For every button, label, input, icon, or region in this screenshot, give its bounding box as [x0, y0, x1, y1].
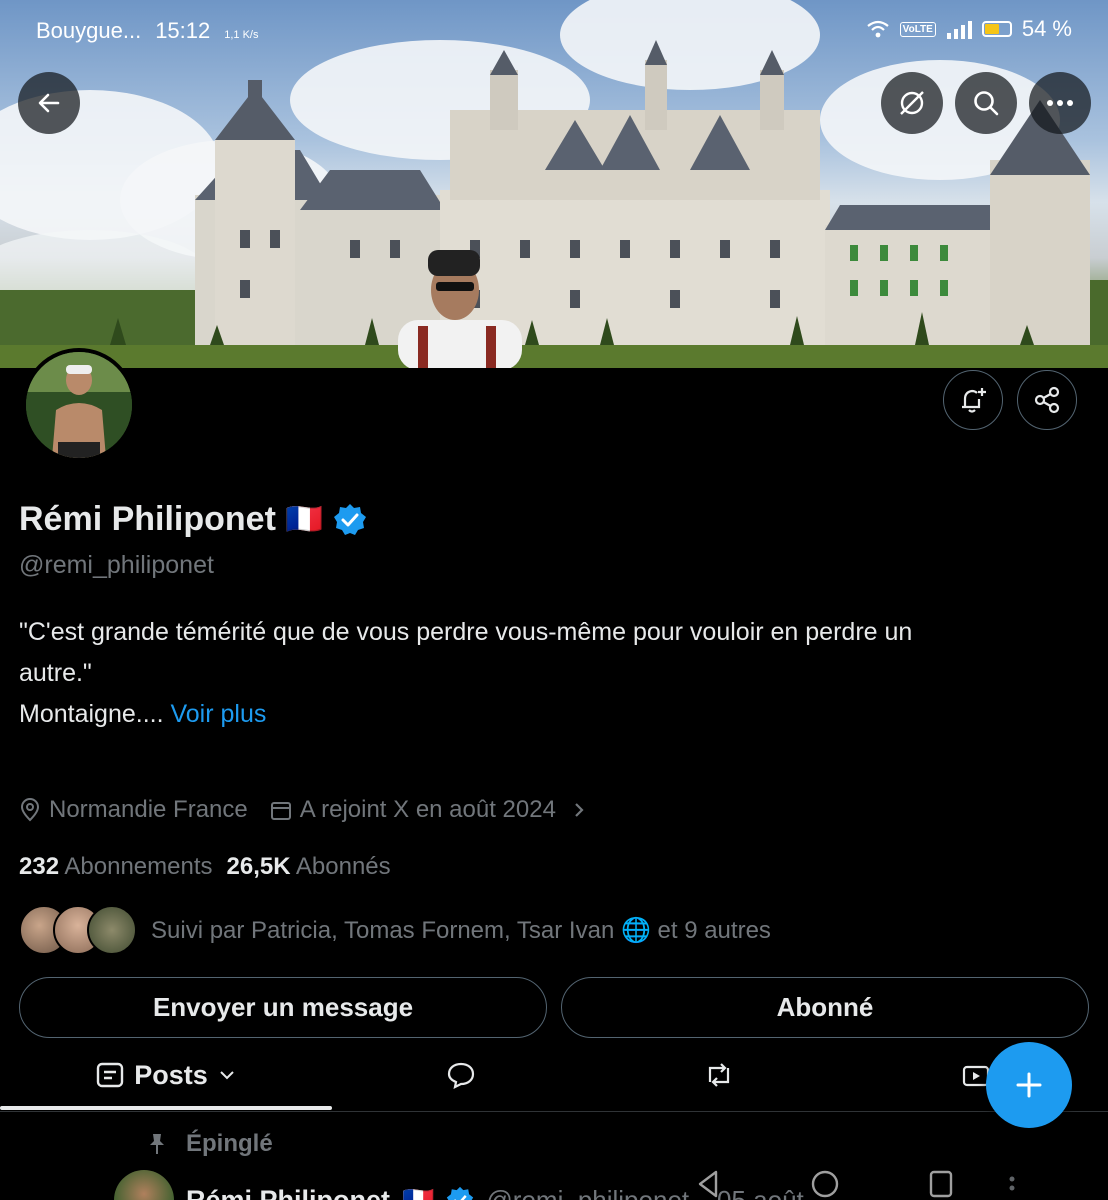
profile-name-row: Rémi Philiponet 🇫🇷	[19, 500, 367, 539]
share-button[interactable]	[1017, 370, 1077, 430]
followers-label: Abonnés	[295, 853, 391, 880]
verified-badge-icon[interactable]	[333, 503, 367, 537]
network-speed: 1,1 K/s	[224, 29, 259, 41]
tab-posts-label: Posts	[134, 1059, 208, 1090]
followed-by-text: Suivi par Patricia, Tomas Fornem, Tsar I…	[151, 916, 771, 944]
verified-badge-icon	[447, 1186, 474, 1200]
profile-avatar[interactable]	[22, 348, 136, 462]
bio-line: Montaigne.... Voir plus	[19, 694, 1079, 735]
pin-icon	[150, 1134, 164, 1154]
active-tab-indicator	[0, 1106, 332, 1110]
profile-tabs: Posts	[0, 1040, 1108, 1112]
arrow-left-icon	[38, 93, 60, 113]
send-message-button[interactable]: Envoyer un message	[19, 977, 547, 1038]
following-count: 232	[19, 853, 60, 880]
bio-line: autre."	[19, 659, 92, 687]
slash-circle-icon	[900, 91, 924, 115]
more-horizontal-icon	[1047, 100, 1073, 106]
profile-meta: Normandie France A rejoint X en août 202…	[19, 796, 586, 824]
wifi-icon	[866, 20, 889, 38]
status-time: 15:12	[155, 18, 211, 43]
tab-reposts[interactable]	[648, 1040, 790, 1110]
nav-back-icon[interactable]	[694, 1168, 722, 1200]
signal-icon	[946, 21, 972, 39]
carrier-name: Bouygue...	[36, 18, 142, 43]
followed-by[interactable]: Suivi par Patricia, Tomas Fornem, Tsar I…	[19, 905, 771, 955]
follow-counts: 232 Abonnements 26,5K Abonnés	[19, 853, 391, 881]
share-icon	[1034, 386, 1060, 414]
volte-badge: VoLTE	[899, 21, 936, 37]
compose-button[interactable]	[986, 1042, 1072, 1128]
grok-button[interactable]	[881, 72, 943, 134]
post-list-icon	[97, 1062, 124, 1088]
calendar-icon	[270, 802, 291, 820]
followers-link[interactable]: 26,5K Abonnés	[227, 853, 391, 881]
battery-percent: 54 %	[1021, 16, 1072, 41]
repost-icon	[708, 1063, 730, 1087]
post-avatar[interactable]	[114, 1170, 174, 1200]
pinned-label: Épinglé	[146, 1130, 273, 1158]
tab-posts[interactable]: Posts	[0, 1040, 332, 1110]
avatar	[87, 905, 137, 955]
pinned-text: Épinglé	[186, 1130, 273, 1157]
chevron-right-icon[interactable]	[572, 800, 586, 820]
search-icon	[974, 91, 999, 116]
tab-replies[interactable]	[390, 1040, 532, 1110]
france-flag-icon: 🇫🇷	[402, 1184, 435, 1200]
avatar-photo	[26, 352, 132, 458]
profile-bio: "C'est grande témérité que de vous perdr…	[19, 612, 1079, 735]
bell-plus-icon	[962, 388, 986, 413]
nav-home-icon[interactable]	[810, 1168, 840, 1200]
bio-line: "C'est grande témérité que de vous perdr…	[19, 618, 913, 646]
display-name: Rémi Philiponet	[19, 500, 276, 538]
battery-icon	[981, 21, 1012, 37]
see-more-link[interactable]: Voir plus	[170, 700, 266, 728]
france-flag-icon: 🇫🇷	[285, 503, 324, 536]
search-button[interactable]	[955, 72, 1017, 134]
location-pin-icon	[20, 798, 40, 822]
post-author-name: Rémi Philiponet	[186, 1184, 391, 1200]
following-label: Abonnements	[64, 853, 213, 880]
bio-text: Montaigne....	[19, 700, 164, 728]
post-author-handle: @remi_philiponet	[486, 1184, 690, 1200]
nav-recents-icon[interactable]	[928, 1168, 954, 1200]
reply-bubble-icon	[447, 1062, 475, 1089]
follower-avatars	[19, 905, 137, 955]
joined-date[interactable]: A rejoint X en août 2024	[300, 796, 556, 824]
following-button[interactable]: Abonné	[561, 977, 1089, 1038]
location-text: Normandie France	[49, 796, 248, 823]
profile-handle: @remi_philiponet	[19, 551, 214, 579]
followers-count: 26,5K	[226, 853, 291, 880]
chevron-down-icon	[220, 1071, 234, 1080]
notifications-button[interactable]	[943, 370, 1003, 430]
more-options-button[interactable]	[1029, 72, 1091, 134]
following-link[interactable]: 232 Abonnements	[19, 853, 213, 881]
status-bar: Bouygue... 15:12 1,1 K/s VoLTE 54 %	[0, 0, 1108, 60]
plus-icon	[1016, 1072, 1042, 1098]
back-button[interactable]	[18, 72, 80, 134]
post-more-icon[interactable]	[1008, 1176, 1016, 1200]
